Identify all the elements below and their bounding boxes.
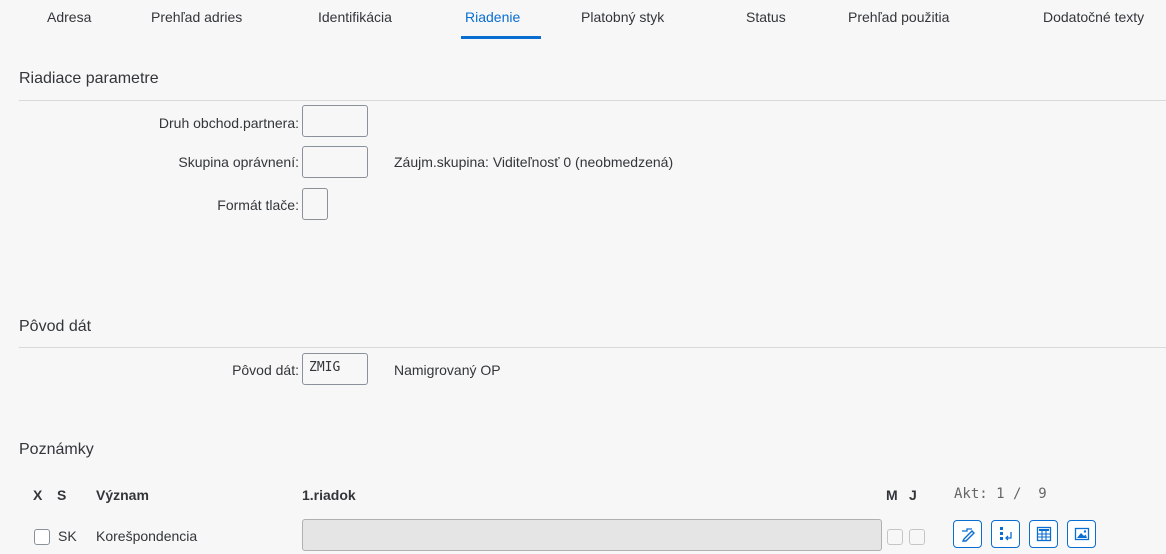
column-header-m: M (886, 487, 898, 503)
section-divider (19, 347, 1166, 348)
insert-row-icon (999, 527, 1012, 541)
data-origin-field[interactable]: ZMIG (302, 353, 368, 385)
tab-adresa[interactable]: Adresa (47, 9, 91, 25)
data-origin-description: Namigrovaný OP (394, 362, 501, 378)
auth-group-field[interactable] (302, 146, 368, 178)
image-button[interactable] (1067, 520, 1096, 548)
tab-prehlad-pouzitia[interactable]: Prehľad použitia (848, 9, 949, 25)
column-header-first-line: 1.riadok (302, 487, 356, 503)
row-language: SK (58, 528, 77, 544)
print-format-label: Formát tlače: (217, 197, 299, 213)
m-checkbox[interactable] (887, 529, 903, 545)
row-select-checkbox[interactable] (34, 529, 50, 545)
auth-group-description: Záujm.skupina: Viditeľnosť 0 (neobmedzen… (394, 154, 674, 170)
tab-platobny-styk[interactable]: Platobný styk (581, 9, 664, 25)
edit-icon (961, 528, 975, 542)
tab-bar: Adresa Prehľad adries Identifikácia Riad… (0, 0, 1166, 40)
j-checkbox[interactable] (909, 529, 925, 545)
data-origin-value: ZMIG (309, 360, 341, 375)
tab-status[interactable]: Status (746, 9, 786, 25)
tab-dodatocne-texty[interactable]: Dodatočné texty (1043, 9, 1144, 25)
column-header-x: X (33, 487, 43, 503)
edit-text-button[interactable] (953, 520, 982, 548)
insert-row-button[interactable] (991, 520, 1020, 548)
column-header-meaning: Význam (96, 487, 149, 503)
table-view-button[interactable] (1029, 520, 1058, 548)
partner-type-field[interactable] (302, 105, 368, 137)
tab-riadenie[interactable]: Riadenie (465, 9, 520, 25)
section-title-notes: Poznámky (19, 441, 94, 458)
partner-type-label: Druh obchod.partnera: (158, 115, 299, 131)
row-meaning: Korešpondencia (96, 528, 198, 544)
section-divider (19, 100, 1166, 101)
table-icon (1036, 526, 1051, 542)
tab-identifikacia[interactable]: Identifikácia (318, 9, 392, 25)
auth-group-label: Skupina oprávnení: (178, 154, 299, 170)
active-tab-indicator (461, 36, 541, 39)
image-icon (1074, 527, 1089, 541)
column-header-j: J (909, 487, 917, 503)
section-title-origin: Pôvod dát (19, 318, 92, 335)
column-header-s: S (57, 487, 67, 503)
row-counter: Akt: 1 / 9 (954, 486, 1047, 502)
tab-prehlad-adries[interactable]: Prehľad adries (151, 9, 242, 25)
first-line-field[interactable] (302, 519, 882, 551)
print-format-field[interactable] (302, 188, 328, 220)
section-title-control: Riadiace parametre (19, 70, 159, 87)
data-origin-label: Pôvod dát: (232, 362, 299, 378)
